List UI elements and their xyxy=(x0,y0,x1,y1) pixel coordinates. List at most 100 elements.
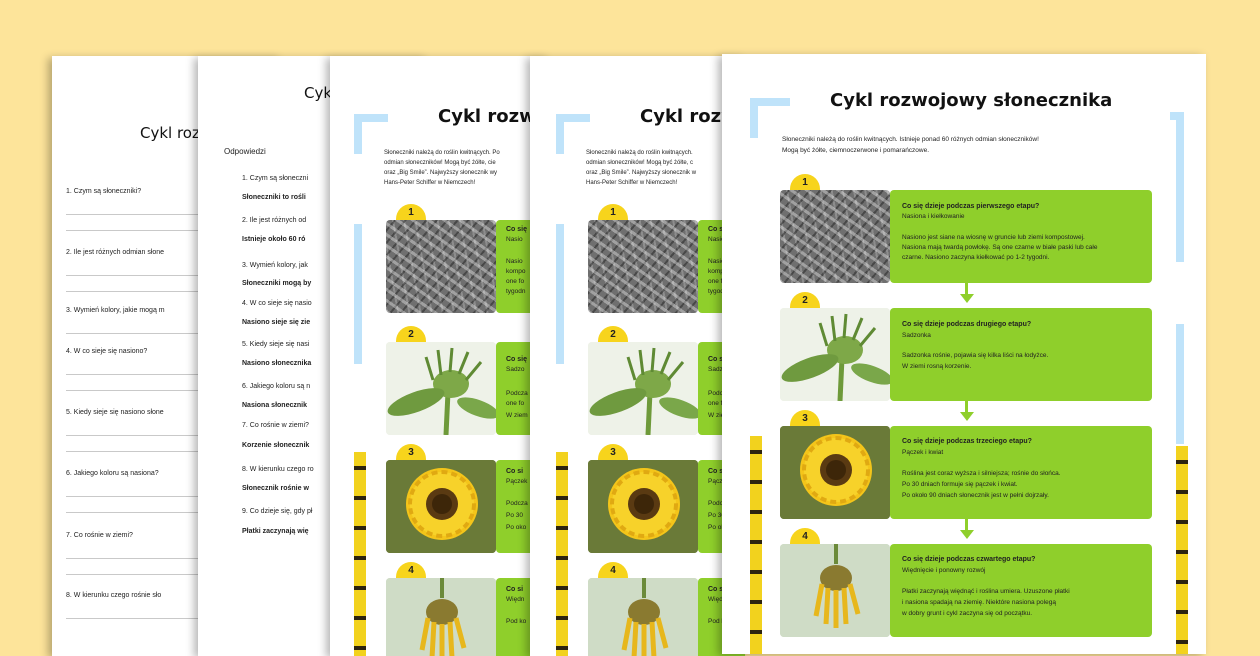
intro-line: Mogą być żółte, ciemnoczerwone i pomarań… xyxy=(782,147,930,154)
intro-line: odmian słoneczników! Mogą być żółte, cie xyxy=(384,160,496,166)
step-badge: 2 xyxy=(396,326,426,342)
seedling-illustration xyxy=(386,342,496,435)
answer-question: 9. Co dzieje się, gdy pł xyxy=(242,508,313,515)
seedling-photo xyxy=(780,308,890,401)
step-text: Nasiona mają twardą powłokę. Są one czar… xyxy=(902,244,1098,251)
question-8: 8. W kierunku czego rośnie sło xyxy=(66,592,162,599)
answer-text: Słoneczniki to rośli xyxy=(242,194,306,201)
intro-line: Hans-Peter Schiffer w Niemczech! xyxy=(586,180,678,186)
seeds-photo xyxy=(780,190,890,283)
step-text: Roślina jest coraz wyższa i silniejsza; … xyxy=(902,470,1061,477)
seedling-illustration xyxy=(588,342,698,435)
step-badge: 1 xyxy=(598,204,628,220)
seedling-photo xyxy=(588,342,698,435)
step-text: Nasio xyxy=(506,258,523,265)
step-badge: 3 xyxy=(790,410,820,426)
cycle-worksheet-partial: Cykl rozw Słoneczniki należą do roślin k… xyxy=(330,56,550,656)
step-badge: 1 xyxy=(790,174,820,190)
seedling-illustration xyxy=(780,308,890,401)
wilting-flower-illustration xyxy=(780,544,890,637)
wilting-sunflower-photo xyxy=(588,578,698,656)
wilting-sunflower-photo xyxy=(780,544,890,637)
step-text: Nasio xyxy=(506,236,523,243)
step-text: Płatki zaczynają więdnąć i roślina umier… xyxy=(902,588,1070,595)
step-text: w dobry grunt i cykl zaczyna się od pocz… xyxy=(902,610,1033,617)
step-text: Nasiono jest siane na wiosnę w gruncie l… xyxy=(902,234,1085,241)
down-arrow-icon xyxy=(960,412,974,421)
answers-heading: Odpowiedzi xyxy=(224,147,266,156)
cycle-worksheet-full: Cykl rozwojowy słonecznika Słoneczniki n… xyxy=(722,54,1206,654)
step-text: Sadzo xyxy=(506,366,525,373)
step-text: Po oko xyxy=(506,524,527,531)
corner-bracket xyxy=(750,98,758,138)
intro-line: Słoneczniki należą do roślin kwitnących.… xyxy=(782,136,1039,143)
step-box: Co się dzieje podczas pierwszego etapu? … xyxy=(890,190,1152,283)
step-badge: 3 xyxy=(598,444,628,460)
step-badge: 2 xyxy=(790,292,820,308)
answer-text: Słonecznik rośnie w xyxy=(242,485,309,492)
corner-bracket xyxy=(556,114,564,154)
step-text: kompo xyxy=(506,268,526,275)
sunflower-border xyxy=(750,436,762,654)
step-text: W ziemi rosną korzenie. xyxy=(902,363,972,370)
step-box: Co się dzieje podczas drugiego etapu? Sa… xyxy=(890,308,1152,401)
step-text: W ziem xyxy=(506,412,528,419)
step-heading: Co się dzieje podczas pierwszego etapu? xyxy=(902,203,1040,210)
cycle-worksheet-partial-2: Cykl rozwo Słoneczniki należą do roślin … xyxy=(530,56,745,656)
step-text: i nasiona spadają na ziemię. Niektóre na… xyxy=(902,599,1056,606)
answer-question: 6. Jakiego koloru są n xyxy=(242,383,311,390)
answer-question: 1. Czym są słoneczni xyxy=(242,175,309,182)
wilting-flower-illustration xyxy=(588,578,698,656)
side-bracket xyxy=(354,224,362,364)
sunflower-photo xyxy=(386,460,496,553)
step-text: Sadzonka rośnie, pojawia się kilka liści… xyxy=(902,352,1049,359)
step-text: Więdn xyxy=(506,596,525,603)
intro-line: oraz „Big Smile”. Najwyższy słonecznik w… xyxy=(384,170,498,176)
step-heading: Co się dzieje podczas czwartego etapu? xyxy=(902,556,1036,563)
step-text: Po 30 dniach formuje się pączek i kwiat. xyxy=(902,481,1018,488)
step-text: Pączek xyxy=(506,478,528,485)
step-badge: 4 xyxy=(598,562,628,578)
step-badge: 2 xyxy=(598,326,628,342)
questions-title: Cykl roz xyxy=(140,124,200,142)
side-bracket xyxy=(556,224,564,364)
sunflower-photo xyxy=(780,426,890,519)
step-text: Pod ko xyxy=(506,618,527,625)
question-4: 4. W co sieje się nasiono? xyxy=(66,348,148,355)
question-1: 1. Czym są słoneczniki? xyxy=(66,188,142,195)
step-text: one fo xyxy=(506,278,525,285)
step-badge: 3 xyxy=(396,444,426,460)
step-badge: 1 xyxy=(396,204,426,220)
step-badge: 4 xyxy=(790,528,820,544)
intro-line: odmian słoneczników! Mogą być żółte, c xyxy=(586,160,694,166)
answer-text: Korzenie słonecznik xyxy=(242,442,310,449)
sunflower-illustration xyxy=(386,460,496,553)
step-text: Po około 90 dniach słonecznik jest w peł… xyxy=(902,492,1049,499)
intro-line: Słoneczniki należą do roślin kwitnących.… xyxy=(384,150,500,156)
step-subheading: Sadzonka xyxy=(902,332,931,339)
question-5: 5. Kiedy sieje się nasiono słone xyxy=(66,409,164,416)
step-subheading: Nasiona i kiełkowanie xyxy=(902,213,965,220)
step-box: Co się dzieje podczas czwartego etapu? W… xyxy=(890,544,1152,637)
step-text: Podcza xyxy=(506,390,528,397)
question-2: 2. Ile jest różnych odmian słone xyxy=(66,249,165,256)
step-heading: Co się dzieje podczas trzeciego etapu? xyxy=(902,438,1032,445)
answer-text: Istnieje około 60 ró xyxy=(242,236,306,243)
side-bracket xyxy=(1176,324,1184,444)
step-text: Po 30 xyxy=(506,512,523,519)
step-text: one fo xyxy=(506,400,525,407)
side-bracket xyxy=(1176,112,1184,262)
sunflower-border xyxy=(1176,446,1188,654)
intro-line: Słoneczniki należą do roślin kwitnących. xyxy=(586,150,693,156)
answer-text: Nasiono sieje się zie xyxy=(242,319,311,326)
step-text: tygodn xyxy=(506,288,526,295)
wilting-sunflower-photo xyxy=(386,578,496,656)
step-text: Podcza xyxy=(506,500,528,507)
step-heading: Co się xyxy=(506,226,528,233)
sunflower-photo xyxy=(588,460,698,553)
answer-question: 2. Ile jest różnych od xyxy=(242,217,307,224)
seeds-photo xyxy=(386,220,496,313)
answer-text: Nasiona słonecznik xyxy=(242,402,307,409)
step-subheading: Pączek i kwiat xyxy=(902,449,944,456)
down-arrow-icon xyxy=(960,294,974,303)
